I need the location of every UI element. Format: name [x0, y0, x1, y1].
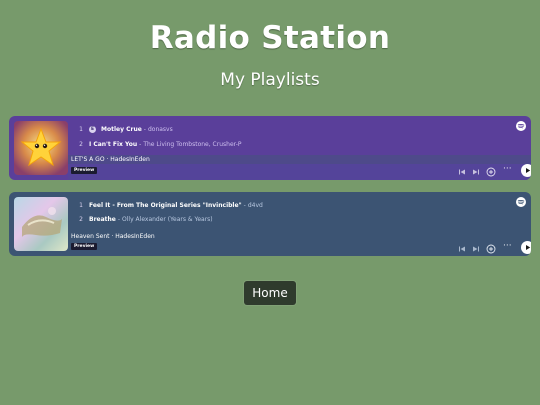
add-icon[interactable] — [486, 167, 496, 177]
track-number: 1 — [79, 201, 83, 209]
track-number: 2 — [79, 140, 83, 148]
track-row-2[interactable]: 2 I Can't Fix You - The Living Tombstone… — [75, 138, 241, 150]
play-button-icon[interactable] — [521, 241, 531, 254]
album-cover-star[interactable] — [14, 121, 68, 175]
play-button-icon[interactable] — [521, 164, 531, 177]
section-title: My Playlists — [220, 70, 320, 90]
skip-back-icon[interactable] — [458, 168, 466, 176]
skip-forward-icon[interactable] — [472, 168, 480, 176]
spotify-embed-playlist-1[interactable]: 1 E Motley Crue - donasvs 2 I Can't Fix … — [9, 116, 531, 180]
album-cover-holographic[interactable] — [14, 197, 68, 251]
add-icon[interactable] — [486, 244, 496, 254]
skip-back-icon[interactable] — [458, 245, 466, 253]
now-playing-title[interactable]: Heaven Sent · HadesInEden — [71, 233, 155, 240]
page-title: Radio Station — [149, 20, 391, 56]
track-title[interactable]: Breathe — [89, 216, 116, 223]
more-options-icon[interactable]: ··· — [503, 241, 512, 251]
track-artist[interactable]: Olly Alexander (Years & Years) — [122, 216, 213, 223]
separator: - — [117, 215, 121, 223]
now-playing-bar: Heaven Sent · HadesInEden Preview ··· — [68, 231, 531, 256]
track-number: 2 — [79, 215, 83, 223]
separator: - — [139, 140, 142, 148]
now-playing-bar: LET'S A GO · HadesInEden Preview ··· — [68, 155, 531, 180]
track-number: 1 — [79, 125, 83, 133]
track-row-2[interactable]: 2 Breathe - Olly Alexander (Years & Year… — [75, 213, 213, 225]
preview-badge: Preview — [71, 243, 98, 250]
track-artist[interactable]: d4vd — [248, 202, 263, 209]
track-artist[interactable]: donasvs — [148, 126, 173, 133]
track-row-1[interactable]: 1 E Motley Crue - donasvs — [75, 123, 173, 135]
track-title[interactable]: I Can't Fix You — [89, 141, 137, 148]
skip-forward-icon[interactable] — [472, 245, 480, 253]
now-playing-title[interactable]: LET'S A GO · HadesInEden — [71, 156, 150, 163]
track-title[interactable]: Motley Crue — [101, 126, 142, 133]
spotify-embed-playlist-2[interactable]: 1 Feel It - From The Original Series "In… — [9, 192, 531, 256]
separator: - — [243, 201, 246, 209]
spotify-logo-icon[interactable] — [516, 197, 526, 207]
separator: - — [143, 125, 146, 133]
more-options-icon[interactable]: ··· — [503, 164, 512, 174]
explicit-badge: E — [89, 125, 96, 133]
spotify-logo-icon[interactable] — [516, 121, 526, 131]
home-button[interactable]: Home — [244, 281, 296, 305]
track-artist[interactable]: The Living Tombstone, Crusher-P — [143, 141, 241, 148]
preview-badge: Preview — [71, 167, 98, 174]
track-title[interactable]: Feel It - From The Original Series "Invi… — [89, 202, 242, 209]
track-row-1[interactable]: 1 Feel It - From The Original Series "In… — [75, 199, 263, 211]
